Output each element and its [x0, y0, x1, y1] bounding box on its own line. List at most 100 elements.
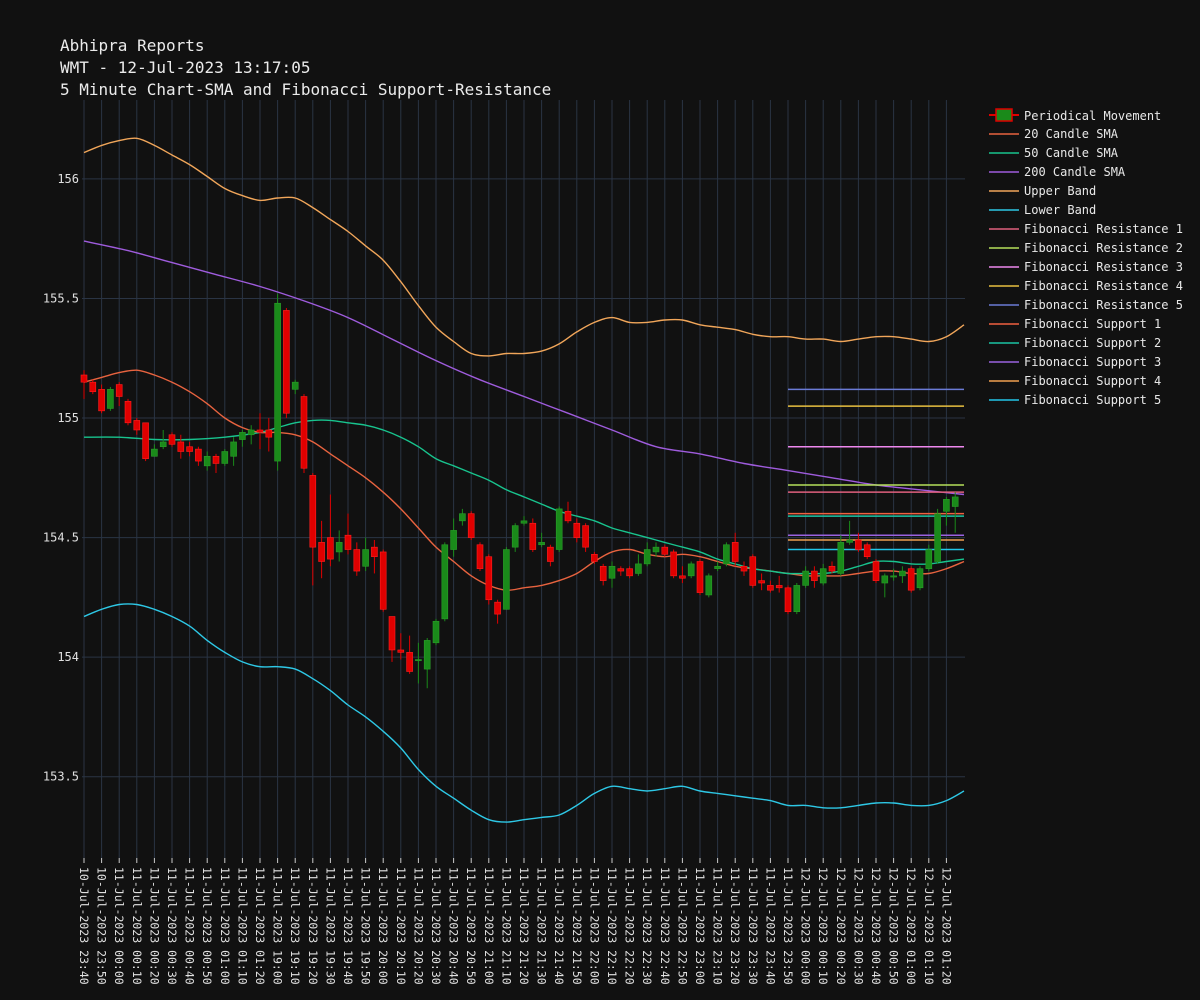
legend-label: Fibonacci Resistance 3: [1024, 260, 1183, 274]
candle-body: [212, 455, 220, 464]
x-tick-label: 11-Jul-2023 00:10: [130, 867, 144, 985]
candle-body: [124, 400, 132, 424]
y-tick-label: 154.5: [43, 531, 79, 545]
x-tick-label: 11-Jul-2023 19:50: [359, 867, 373, 985]
candle: [723, 542, 730, 567]
candle-body: [916, 568, 924, 589]
candle: [283, 308, 290, 419]
x-tick-label: 11-Jul-2023 19:30: [323, 867, 337, 985]
candle-body: [291, 381, 299, 390]
y-tick-label: 155.5: [43, 291, 79, 305]
candle-body: [925, 549, 933, 569]
candle-body: [846, 539, 853, 543]
candle-body: [450, 530, 457, 550]
candle-body: [485, 556, 493, 601]
candle-body: [529, 522, 537, 550]
candle-body: [679, 575, 686, 579]
x-tick-label: 12-Jul-2023 00:50: [887, 867, 901, 985]
candle-body: [397, 649, 405, 653]
x-tick-label: 11-Jul-2023 19:20: [306, 867, 320, 985]
x-tick-label: 11-Jul-2023 23:30: [746, 867, 760, 985]
legend-label: Fibonacci Support 1: [1024, 317, 1161, 331]
candle-body: [828, 565, 836, 572]
x-tick-label: 11-Jul-2023 21:20: [517, 867, 531, 985]
candle: [221, 449, 229, 466]
candle: [793, 583, 801, 615]
x-tick-label: 11-Jul-2023 20:20: [411, 867, 425, 985]
report-title: Abhipra Reports: [60, 36, 205, 55]
x-tick-label: 11-Jul-2023 00:50: [200, 867, 214, 985]
legend-label: Fibonacci Resistance 1: [1024, 222, 1183, 236]
candle-body: [177, 441, 185, 452]
x-tick-label: 11-Jul-2023 21:40: [552, 867, 566, 985]
candle-body: [723, 544, 730, 565]
x-tick-label: 10-Jul-2023 23:40: [77, 867, 91, 985]
x-tick-label: 11-Jul-2023 23:50: [781, 867, 795, 985]
candle: [274, 293, 281, 471]
candle-body: [423, 640, 431, 670]
x-tick-label: 11-Jul-2023 20:30: [429, 867, 443, 985]
candle-body: [318, 542, 325, 562]
candle: [907, 566, 915, 593]
candle-body: [617, 568, 625, 572]
candle-body: [406, 652, 413, 672]
candle: [503, 547, 510, 610]
candle-body: [714, 565, 721, 569]
x-tick-label: 11-Jul-2023 21:50: [570, 867, 584, 985]
x-tick-label: 11-Jul-2023 23:20: [728, 867, 742, 985]
legend-label: Fibonacci Support 4: [1024, 374, 1161, 388]
candle-body: [256, 429, 264, 433]
candle-body: [749, 556, 757, 586]
candle-body: [670, 551, 677, 577]
candle-body: [881, 575, 889, 584]
candle-body: [98, 389, 105, 412]
candle-body: [802, 570, 809, 586]
candle-body: [731, 542, 739, 562]
candle: [467, 511, 475, 540]
candle-body: [344, 534, 352, 550]
candle: [705, 573, 713, 598]
candle-body: [353, 549, 361, 572]
candle-body: [221, 451, 229, 464]
candle-body: [890, 575, 897, 578]
x-tick-label: 11-Jul-2023 22:50: [675, 867, 689, 985]
candle-body: [582, 525, 589, 548]
x-tick-label: 11-Jul-2023 22:00: [587, 867, 601, 985]
candlestick-chart: Abhipra Reports WMT - 12-Jul-2023 13:17:…: [0, 0, 1200, 1000]
candle-body: [335, 542, 343, 553]
candle: [872, 559, 880, 584]
candle-body: [687, 563, 695, 577]
candle-body: [793, 585, 801, 613]
candle-body: [309, 475, 317, 548]
candle-body: [767, 585, 774, 591]
x-tick-label: 11-Jul-2023 20:00: [376, 867, 390, 985]
legend-label: 50 Candle SMA: [1024, 146, 1119, 160]
candle-body: [441, 544, 449, 620]
candle: [142, 422, 149, 462]
x-tick-label: 12-Jul-2023 01:00: [904, 867, 918, 985]
candle-body: [239, 432, 246, 440]
legend-label: Upper Band: [1024, 184, 1096, 198]
candle-body: [573, 522, 581, 538]
candle-body: [520, 520, 528, 524]
candle-body: [115, 384, 123, 397]
x-tick-label: 11-Jul-2023 23:40: [763, 867, 777, 985]
x-tick-label: 11-Jul-2023 00:20: [147, 867, 161, 985]
candle-body: [388, 616, 396, 651]
legend-label: Fibonacci Support 3: [1024, 355, 1161, 369]
candle: [934, 508, 941, 564]
x-tick-label: 11-Jul-2023 01:20: [253, 867, 267, 985]
x-tick-label: 12-Jul-2023 00:00: [799, 867, 813, 985]
candle-body: [626, 568, 633, 577]
candle-body: [230, 441, 237, 457]
candle-body: [186, 446, 193, 452]
candle: [485, 554, 493, 605]
candle-body: [151, 448, 158, 457]
candle-body: [327, 537, 334, 560]
candle-body: [80, 374, 88, 383]
candle-body: [195, 448, 202, 462]
candle-body: [362, 549, 369, 567]
candle-body: [133, 420, 141, 431]
candle-body: [643, 549, 651, 565]
candle-body: [705, 575, 713, 596]
